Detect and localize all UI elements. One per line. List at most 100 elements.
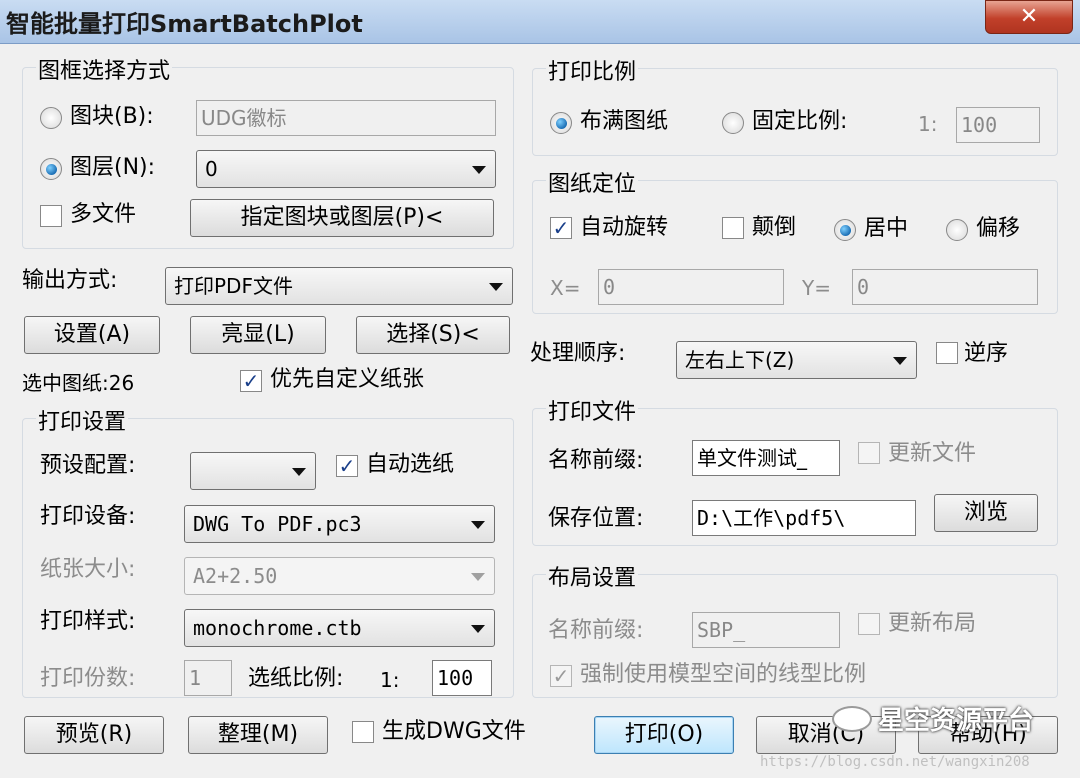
copies-label: 打印份数:: [40, 666, 136, 691]
device-select[interactable]: DWG To PDF.pc3: [184, 505, 495, 543]
wechat-icon: [832, 706, 872, 732]
chevron-down-icon: [489, 283, 503, 291]
plot-style-select[interactable]: monochrome.ctb: [184, 609, 495, 647]
layer-select-value: 0: [205, 157, 218, 181]
layer-radio[interactable]: [40, 158, 62, 180]
y-offset-field[interactable]: 0: [852, 269, 1038, 305]
prefer-custom-paper-label: 优先自定义纸张: [270, 367, 425, 392]
fixed-scale-label: 固定比例:: [752, 109, 848, 134]
selected-count: 选中图纸:26: [22, 371, 135, 395]
save-location-field[interactable]: D:\工作\pdf5\: [692, 500, 916, 536]
prefer-custom-paper-checkbox[interactable]: ✓: [240, 370, 262, 392]
fixed-scale-radio[interactable]: [722, 112, 744, 134]
offset-radio[interactable]: [946, 219, 968, 241]
watermark-text: 星空资源平台: [878, 706, 1035, 736]
output-mode-value: 打印PDF文件: [174, 274, 293, 298]
layout-settings-title: 布局设置: [546, 560, 639, 592]
save-location-label: 保存位置:: [548, 506, 644, 531]
update-layout-label: 更新布局: [888, 611, 977, 636]
auto-paper-label: 自动选纸: [366, 452, 455, 477]
paper-size-value: A2+2.50: [193, 564, 278, 588]
chevron-down-icon: [292, 468, 306, 476]
upside-down-label: 颠倒: [752, 215, 797, 240]
fit-paper-radio[interactable]: [550, 112, 572, 134]
select-drawings-button[interactable]: 选择(S)<: [356, 316, 510, 354]
close-button[interactable]: ✕: [985, 0, 1073, 34]
auto-rotate-checkbox[interactable]: ✓: [550, 217, 572, 239]
settings-button[interactable]: 设置(A): [24, 316, 160, 354]
force-model-ltscale-checkbox[interactable]: ✓: [550, 665, 572, 687]
plot-style-label: 打印样式:: [40, 609, 136, 634]
plot-style-value: monochrome.ctb: [193, 616, 362, 640]
center-label: 居中: [864, 216, 909, 241]
output-mode-label: 输出方式:: [22, 268, 118, 293]
title-bar[interactable]: 智能批量打印SmartBatchPlot ✕: [0, 0, 1080, 44]
paper-scale-prefix: 1:: [380, 668, 400, 692]
center-radio[interactable]: [834, 219, 856, 241]
upside-down-checkbox[interactable]: [722, 217, 744, 239]
browse-button[interactable]: 浏览: [934, 494, 1038, 532]
fixed-scale-field[interactable]: 100: [956, 107, 1040, 143]
generate-dwg-label: 生成DWG文件: [382, 719, 526, 744]
layer-label: 图层(N):: [70, 155, 156, 180]
preview-button[interactable]: 预览(R): [24, 716, 164, 754]
watermark-url: https://blog.csdn.net/wangxin208: [760, 754, 1030, 770]
fit-paper-label: 布满图纸: [580, 109, 669, 134]
paper-scale-label: 选纸比例:: [248, 666, 344, 691]
block-name-field[interactable]: UDG徽标: [196, 100, 496, 136]
fixed-scale-prefix: 1:: [918, 112, 938, 136]
device-value: DWG To PDF.pc3: [193, 512, 362, 536]
paper-size-select[interactable]: A2+2.50: [184, 557, 495, 595]
y-offset-label: Y=: [802, 276, 831, 300]
paper-size-label: 纸张大小:: [40, 557, 136, 582]
print-scale-title: 打印比例: [546, 54, 639, 86]
chevron-down-icon: [471, 625, 485, 633]
chevron-down-icon: [471, 573, 485, 581]
layout-prefix-field[interactable]: SBP_: [692, 612, 840, 648]
frame-select-title: 图框选择方式: [36, 53, 173, 85]
organize-button[interactable]: 整理(M): [188, 716, 328, 754]
update-file-checkbox[interactable]: [858, 442, 880, 464]
block-radio[interactable]: [40, 107, 62, 129]
cancel-button[interactable]: 取消(C): [756, 716, 896, 754]
file-prefix-field[interactable]: 单文件测试_: [692, 440, 840, 476]
device-label: 打印设备:: [40, 504, 136, 529]
dialog-client: 图框选择方式 图块(B): UDG徽标 图层(N): 0 多文件 指定图块或图层…: [0, 44, 1080, 778]
auto-rotate-label: 自动旋转: [580, 215, 669, 240]
layout-prefix-label: 名称前缀:: [548, 618, 644, 643]
order-value: 左右上下(Z): [685, 348, 795, 372]
generate-dwg-checkbox[interactable]: [352, 721, 374, 743]
force-model-ltscale-label: 强制使用模型空间的线型比例: [580, 662, 867, 687]
reverse-order-label: 逆序: [964, 341, 1009, 366]
print-button[interactable]: 打印(O): [594, 716, 734, 754]
multi-file-label: 多文件: [70, 202, 137, 227]
output-mode-select[interactable]: 打印PDF文件: [165, 267, 513, 305]
chevron-down-icon: [472, 166, 486, 174]
chevron-down-icon: [471, 521, 485, 529]
chevron-down-icon: [893, 357, 907, 365]
window-title: 智能批量打印SmartBatchPlot: [6, 10, 363, 38]
layer-select[interactable]: 0: [196, 150, 496, 188]
reverse-order-checkbox[interactable]: [936, 342, 958, 364]
preset-select[interactable]: [190, 452, 316, 490]
auto-paper-checkbox[interactable]: ✓: [336, 455, 358, 477]
block-label: 图块(B):: [70, 104, 154, 129]
order-select[interactable]: 左右上下(Z): [676, 341, 917, 379]
paper-position-title: 图纸定位: [546, 166, 639, 198]
x-offset-label: X=: [550, 276, 581, 300]
highlight-button[interactable]: 亮显(L): [190, 316, 326, 354]
file-prefix-label: 名称前缀:: [548, 448, 644, 473]
offset-label: 偏移: [976, 216, 1021, 241]
print-settings-title: 打印设置: [36, 404, 129, 436]
preset-label: 预设配置:: [40, 453, 136, 478]
pick-block-or-layer-button[interactable]: 指定图块或图层(P)<: [190, 199, 494, 237]
update-layout-checkbox[interactable]: [858, 613, 880, 635]
copies-field[interactable]: 1: [184, 660, 232, 696]
update-file-label: 更新文件: [888, 441, 977, 466]
order-label: 处理顺序:: [530, 341, 626, 366]
close-icon: ✕: [1019, 4, 1039, 29]
print-file-title: 打印文件: [546, 394, 639, 426]
paper-scale-field[interactable]: 100: [432, 660, 492, 696]
multi-file-checkbox[interactable]: [40, 205, 62, 227]
x-offset-field[interactable]: 0: [598, 269, 784, 305]
